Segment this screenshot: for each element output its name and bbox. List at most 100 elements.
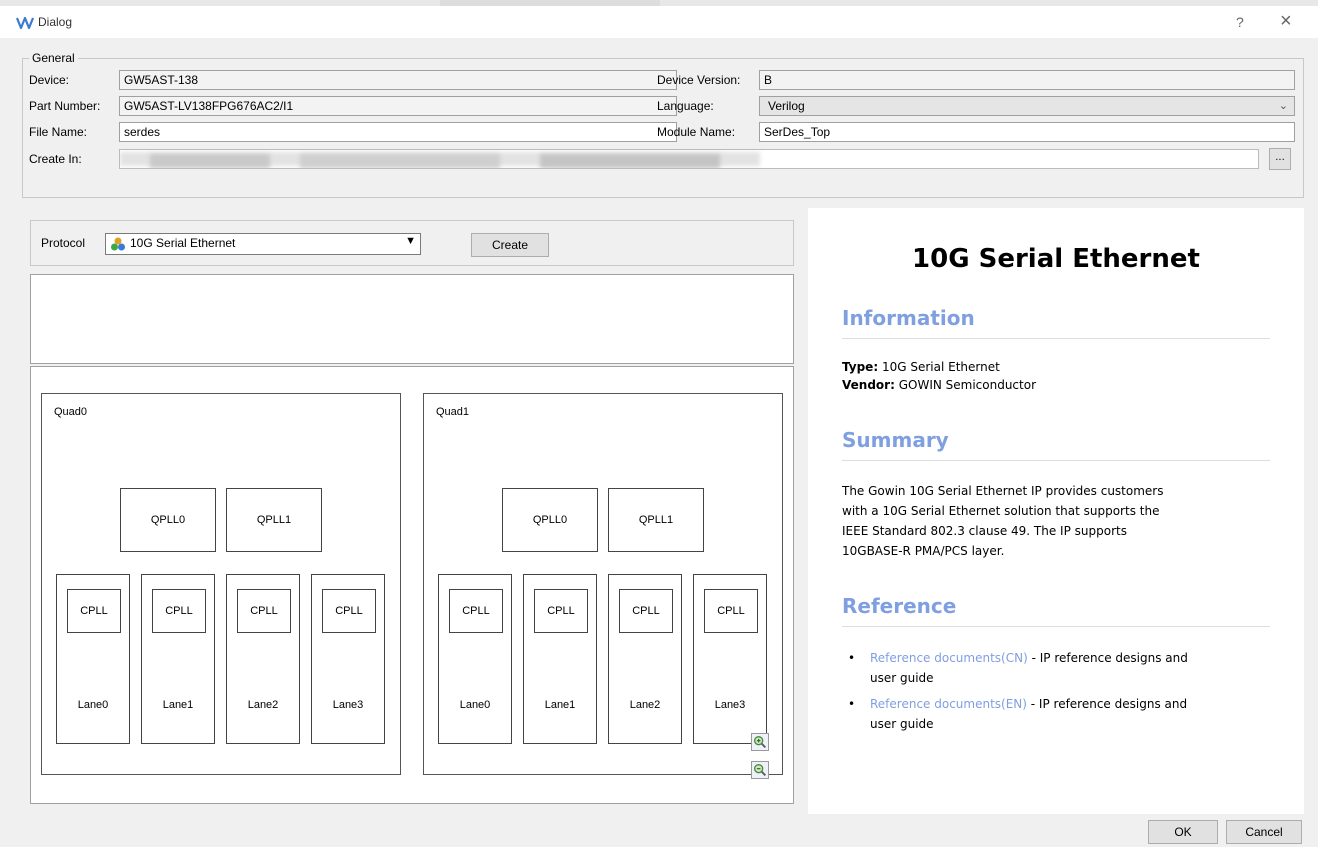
general-group: General Device: GW5AST-138 Part Number: …: [22, 51, 1304, 198]
ip-info-panel: 10G Serial Ethernet Information Type: 10…: [808, 208, 1304, 814]
lane-label: Lane0: [77, 699, 109, 711]
lane-label: Lane2: [629, 699, 661, 711]
title-bar: Dialog ? ×: [0, 6, 1318, 38]
cpll-block[interactable]: CPLL: [619, 589, 673, 633]
cpll-block[interactable]: CPLL: [322, 589, 376, 633]
cpll-block[interactable]: CPLL: [67, 589, 121, 633]
bullet-icon: •: [848, 651, 856, 665]
reference-desc-cont: user guide: [870, 717, 934, 731]
zoom-out-icon[interactable]: [751, 761, 769, 779]
ip-title: 10G Serial Ethernet: [912, 244, 1200, 274]
vendor-label: Vendor:: [842, 378, 895, 392]
protocol-value: 10G Serial Ethernet: [130, 236, 236, 250]
cpll-block[interactable]: CPLL: [534, 589, 588, 633]
protocol-label: Protocol: [41, 236, 86, 250]
dropdown-arrow-icon: ▼: [405, 235, 416, 247]
divider: [842, 626, 1270, 627]
lane-label: Lane2: [247, 699, 279, 711]
lane-block[interactable]: CPLL Lane0: [438, 574, 512, 744]
lane-label: Lane1: [162, 699, 194, 711]
quad-block[interactable]: Quad0 QPLL0 QPLL1 CPLL Lane0 CPLL Lane1 …: [41, 393, 401, 775]
redacted-path-segment: [540, 154, 720, 168]
reference-item: • Reference documents(CN) - IP reference…: [848, 648, 1268, 688]
type-line: Type: 10G Serial Ethernet: [842, 358, 1000, 376]
information-heading: Information: [842, 306, 975, 330]
lane-label: Lane3: [714, 699, 746, 711]
divider: [842, 460, 1270, 461]
app-logo-icon: [16, 16, 34, 30]
lane-block[interactable]: CPLL Lane1: [141, 574, 215, 744]
cpll-block[interactable]: CPLL: [449, 589, 503, 633]
qpll-block[interactable]: QPLL0: [120, 488, 216, 552]
device-field[interactable]: GW5AST-138: [119, 70, 677, 90]
vendor-line: Vendor: GOWIN Semiconductor: [842, 376, 1036, 394]
file-name-label: File Name:: [29, 125, 88, 139]
cpll-block[interactable]: CPLL: [704, 589, 758, 633]
redacted-path-segment: [150, 154, 270, 168]
ok-button[interactable]: OK: [1148, 820, 1218, 844]
language-value: Verilog: [768, 99, 805, 113]
summary-heading: Summary: [842, 428, 949, 452]
module-name-label: Module Name:: [657, 125, 736, 139]
reference-en-link[interactable]: Reference documents(EN): [870, 697, 1027, 711]
create-in-field[interactable]: [119, 149, 1259, 169]
device-version-field[interactable]: B: [759, 70, 1295, 90]
type-value: 10G Serial Ethernet: [881, 360, 1000, 374]
device-version-label: Device Version:: [657, 73, 741, 87]
cpll-block[interactable]: CPLL: [152, 589, 206, 633]
lane-block[interactable]: CPLL Lane2: [608, 574, 682, 744]
preview-area: [30, 274, 794, 364]
vendor-value: GOWIN Semiconductor: [898, 378, 1037, 392]
general-legend: General: [29, 51, 78, 65]
protocol-select[interactable]: 10G Serial Ethernet ▼: [105, 233, 421, 255]
create-in-label: Create In:: [29, 152, 82, 166]
module-name-field[interactable]: SerDes_Top: [759, 122, 1295, 142]
summary-line: with a 10G Serial Ethernet solution that…: [842, 504, 1160, 518]
reference-item: • Reference documents(EN) - IP reference…: [848, 694, 1268, 734]
serdes-diagram: Quad0 QPLL0 QPLL1 CPLL Lane0 CPLL Lane1 …: [30, 366, 794, 804]
reference-desc: - IP reference designs and: [1027, 651, 1188, 665]
chevron-down-icon: ⌄: [1278, 100, 1288, 112]
file-name-field[interactable]: serdes: [119, 122, 677, 142]
qpll-block[interactable]: QPLL1: [608, 488, 704, 552]
reference-heading: Reference: [842, 594, 957, 618]
summary-line: 10GBASE-R PMA/PCS layer.: [842, 544, 1005, 558]
window-title: Dialog: [38, 15, 73, 29]
device-label: Device:: [29, 73, 70, 87]
dialog-button-bar: OK Cancel: [0, 814, 1318, 847]
divider: [842, 338, 1270, 339]
part-number-label: Part Number:: [29, 99, 101, 113]
browse-button[interactable]: ...: [1269, 148, 1291, 170]
lane-label: Lane3: [332, 699, 364, 711]
lane-block[interactable]: CPLL Lane1: [523, 574, 597, 744]
summary-line: IEEE Standard 802.3 clause 49. The IP su…: [842, 524, 1127, 538]
quad-label: Quad1: [436, 406, 470, 418]
protocol-bar: Protocol 10G Serial Ethernet ▼ Create: [30, 220, 794, 266]
serdes-config-panel: Protocol 10G Serial Ethernet ▼ Create Qu…: [22, 210, 808, 814]
zoom-in-icon[interactable]: [751, 733, 769, 751]
reference-desc-cont: user guide: [870, 671, 934, 685]
lane-label: Lane1: [544, 699, 576, 711]
lane-block[interactable]: CPLL Lane3: [693, 574, 767, 744]
lane-block[interactable]: CPLL Lane2: [226, 574, 300, 744]
qpll-block[interactable]: QPLL1: [226, 488, 322, 552]
help-button[interactable]: ?: [1236, 14, 1244, 30]
language-label: Language:: [657, 99, 714, 113]
lane-label: Lane0: [459, 699, 491, 711]
qpll-block[interactable]: QPLL0: [502, 488, 598, 552]
create-button[interactable]: Create: [471, 233, 549, 257]
close-button[interactable]: ×: [1280, 10, 1292, 33]
quad-label: Quad0: [54, 406, 88, 418]
cpll-block[interactable]: CPLL: [237, 589, 291, 633]
reference-cn-link[interactable]: Reference documents(CN): [870, 651, 1028, 665]
reference-desc: - IP reference designs and: [1026, 697, 1188, 711]
lane-block[interactable]: CPLL Lane3: [311, 574, 385, 744]
type-label: Type:: [842, 360, 879, 374]
lane-block[interactable]: CPLL Lane0: [56, 574, 130, 744]
cancel-button[interactable]: Cancel: [1226, 820, 1302, 844]
quad-block[interactable]: Quad1 QPLL0 QPLL1 CPLL Lane0 CPLL Lane1 …: [423, 393, 783, 775]
redacted-path-segment: [300, 154, 500, 168]
language-select[interactable]: Verilog ⌄: [759, 96, 1295, 116]
protocol-icon: [111, 237, 125, 251]
part-number-field[interactable]: GW5AST-LV138FPG676AC2/I1: [119, 96, 677, 116]
